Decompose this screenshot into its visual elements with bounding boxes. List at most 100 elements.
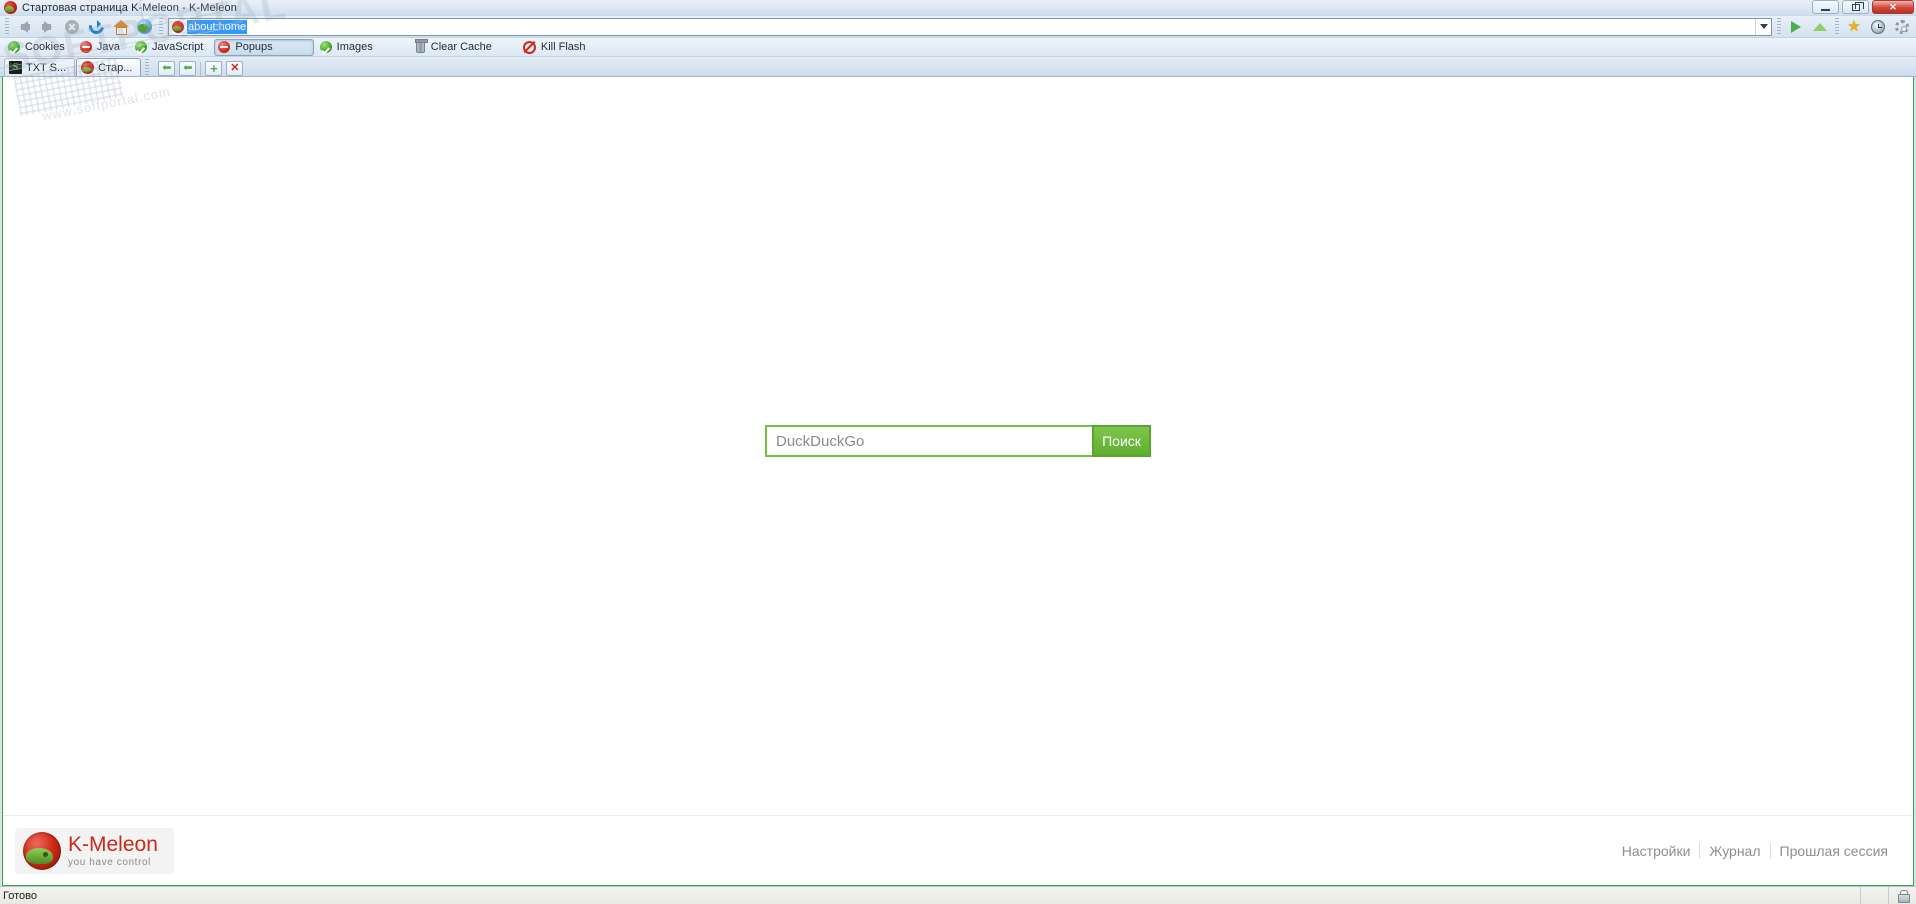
bookmarks-button[interactable]: ★ (1842, 17, 1866, 37)
url-history-dropdown[interactable] (1755, 18, 1771, 35)
lock-icon (1897, 890, 1910, 903)
web-search-button[interactable] (132, 17, 156, 37)
page-footer: K-Meleon you have control Настройки Журн… (3, 815, 1913, 885)
tabtools-grip[interactable] (145, 59, 150, 76)
divider (200, 61, 202, 76)
chevron-down-icon (1759, 24, 1768, 29)
restore-button[interactable] (1842, 0, 1869, 14)
minimize-button[interactable] (1812, 0, 1839, 14)
privacy-label-kill-flash: Kill Flash (540, 41, 586, 53)
minimize-icon (1821, 8, 1830, 11)
brand-tagline: you have control (68, 856, 151, 868)
close-icon: ✕ (230, 62, 240, 74)
k-meleon-icon (81, 61, 95, 74)
reload-icon (89, 19, 104, 34)
security-status[interactable] (1888, 887, 1916, 904)
clock-icon (1871, 19, 1885, 34)
link-settings[interactable]: Настройки (1613, 843, 1700, 859)
clear-cache-button[interactable]: Clear Cache (410, 39, 501, 56)
home-button[interactable] (108, 17, 132, 37)
toolbar-grip[interactable] (5, 18, 9, 35)
url-text[interactable]: about:home (187, 19, 248, 34)
privacy-label-java: Java (96, 41, 120, 53)
page-favicon-icon (172, 20, 184, 33)
kill-flash-button[interactable]: Kill Flash (519, 39, 595, 56)
brand-name-rest: -Meleon (82, 832, 158, 856)
privacy-label-cookies: Cookies (25, 41, 65, 53)
close-button[interactable]: ✕ (1872, 0, 1914, 14)
urlbar-grip[interactable] (159, 18, 163, 35)
brand-name: K-Meleon (68, 834, 158, 855)
privacy-label-clear-cache: Clear Cache (430, 41, 492, 53)
txt-icon: S (9, 61, 22, 74)
window-title: Стартовая страница K-Meleon - K-Meleon (22, 1, 237, 14)
flash-block-icon (522, 40, 536, 54)
green-check-icon (135, 41, 147, 53)
privacy-label-popups: Popups (235, 41, 273, 53)
search-button[interactable]: Поиск (1092, 425, 1151, 457)
privacy-toggle-cookies[interactable]: Cookies (4, 39, 74, 56)
search-box: Поиск (765, 425, 1151, 457)
privacy-toggle-popups[interactable]: Popups (214, 38, 314, 56)
privacy-toggle-images[interactable]: Images (316, 39, 382, 56)
privacy-toolbar: Cookies Java JavaScript Popups Images Cl… (0, 38, 1916, 57)
restore-tab-icon: ⬅ (183, 62, 193, 74)
undo-close-tab-button[interactable]: ⬅ (158, 61, 176, 76)
footer-links: Настройки Журнал Прошлая сессия (1613, 842, 1897, 859)
play-triangle-icon (1791, 20, 1801, 33)
arrow-left-icon (20, 20, 30, 33)
tab-start-page[interactable]: Стар... (76, 58, 142, 76)
address-bar[interactable]: about:home (168, 17, 1772, 36)
privacy-toggle-java[interactable]: Java (76, 39, 129, 56)
toolsbar-grip[interactable] (1835, 18, 1839, 35)
trash-icon (414, 39, 428, 53)
triangle-up-icon (1813, 22, 1827, 31)
privacy-label-images: Images (336, 41, 373, 53)
new-tab-button[interactable]: + (205, 61, 223, 76)
brand-text: K-Meleon you have control (68, 834, 158, 868)
browser-window: Стартовая страница K-Meleon - K-Meleon ✕ (0, 0, 1916, 904)
scroll-up-button[interactable] (1808, 17, 1832, 37)
preferences-button[interactable] (1890, 17, 1914, 37)
k-meleon-brand: K-Meleon you have control (15, 827, 174, 874)
run-button[interactable] (1784, 17, 1808, 37)
page-content: Поиск K-Meleon you have control Настройк… (2, 77, 1914, 886)
tab-label: Стар... (98, 61, 133, 74)
title-bar: Стартовая страница K-Meleon - K-Meleon ✕ (0, 0, 1916, 16)
privacy-toggle-javascript[interactable]: JavaScript (131, 39, 212, 56)
undo-tab-icon: ⬅ (162, 62, 172, 74)
green-check-icon (8, 41, 20, 53)
k-meleon-icon (4, 1, 17, 14)
tab-label: TXT S... (26, 61, 67, 74)
star-icon: ★ (1847, 18, 1861, 35)
history-button[interactable] (1866, 17, 1890, 37)
search-area: Поиск (3, 77, 1913, 815)
brand-name-k: K (68, 832, 83, 856)
navigation-toolbar: about:home ★ (0, 16, 1916, 38)
home-icon (112, 20, 129, 35)
globe-icon (136, 19, 152, 34)
restore-icon (1851, 1, 1864, 11)
window-controls: ✕ (1812, 0, 1914, 14)
back-button[interactable] (12, 17, 36, 37)
plus-icon: + (210, 61, 218, 76)
k-meleon-logo (23, 831, 61, 870)
link-last-session[interactable]: Прошлая сессия (1769, 842, 1897, 859)
forward-button[interactable] (36, 17, 60, 37)
link-history[interactable]: Журнал (1699, 842, 1769, 859)
status-bar: Готово (0, 886, 1916, 904)
restore-session-button[interactable]: ⬅ (179, 61, 197, 76)
close-tab-button[interactable]: ✕ (226, 61, 244, 76)
stop-button[interactable] (60, 17, 84, 37)
privacy-label-javascript: JavaScript (152, 41, 204, 53)
tab-bar: S TXT S... Стар... ⬅ ⬅ + ✕ (0, 57, 1916, 77)
status-right-cells (1860, 887, 1916, 904)
red-block-icon (218, 41, 231, 53)
search-input[interactable] (765, 425, 1092, 457)
reload-button[interactable] (84, 17, 108, 37)
arrow-right-icon (42, 20, 52, 33)
runbar-grip[interactable] (1777, 18, 1781, 35)
tab-txt-s[interactable]: S TXT S... (4, 58, 76, 76)
gear-icon (1895, 19, 1909, 34)
stop-icon (65, 19, 79, 34)
